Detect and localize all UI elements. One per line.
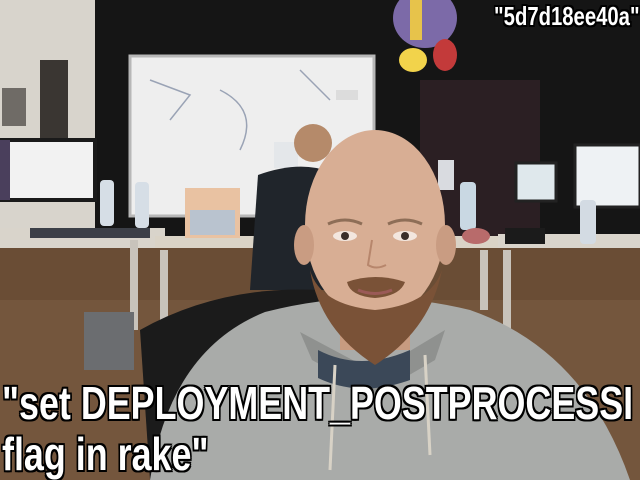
commit-hash-caption: "5d7d18ee40a" — [494, 1, 640, 31]
bottle — [135, 182, 149, 228]
bottle — [100, 180, 114, 226]
commit-message-line-1: "set DEPLOYMENT_POSTPROCESSI — [2, 377, 634, 429]
plush-toy — [399, 48, 427, 72]
bag — [505, 228, 545, 244]
commit-message-line-2: flag in rake" — [2, 427, 209, 480]
background-person-head — [294, 124, 332, 162]
bottle — [580, 200, 596, 244]
monitor — [573, 143, 640, 209]
monitor — [0, 138, 97, 202]
monitor — [438, 160, 454, 190]
bottle — [460, 182, 476, 230]
commit-message-caption: "set DEPLOYMENT_POSTPROCESSI flag in rak… — [2, 378, 633, 479]
waste-bin — [84, 312, 134, 370]
monitor — [514, 161, 558, 203]
webcam-photo: "5d7d18ee40a" "set DEPLOYMENT_POSTPROCES… — [0, 0, 640, 480]
mug — [462, 228, 490, 244]
